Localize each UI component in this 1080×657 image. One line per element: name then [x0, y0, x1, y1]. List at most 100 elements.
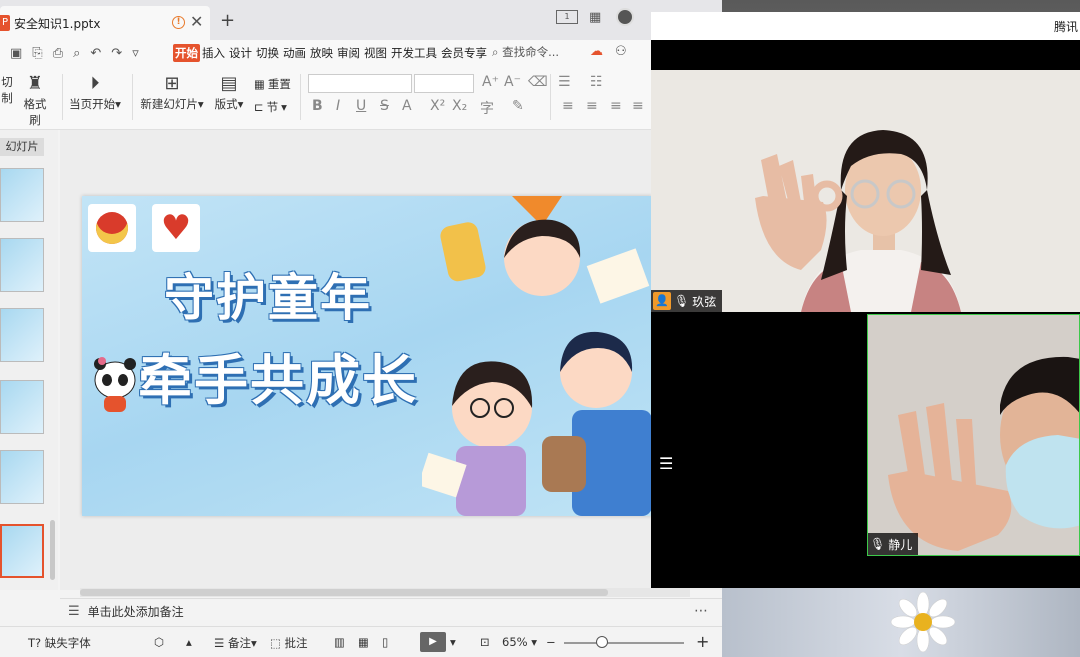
- undo-icon[interactable]: ↶: [90, 46, 101, 61]
- window-layout-icon[interactable]: 1: [556, 10, 578, 24]
- tab-bar: P 安全知识1.pptx ! ✕ + 1 ▦: [0, 0, 722, 40]
- slide-thumbnail[interactable]: [0, 380, 44, 434]
- notes-toggle-button[interactable]: ☰ 备注▾: [214, 635, 257, 651]
- font-family-select[interactable]: [308, 74, 412, 93]
- export-icon[interactable]: ⎘: [32, 46, 42, 61]
- missing-font-button[interactable]: T? 缺失字体: [28, 635, 91, 651]
- menu-animation[interactable]: 动画: [281, 44, 308, 62]
- notes-pane[interactable]: ☰ 单击此处添加备注 ⋯: [60, 598, 722, 624]
- save-icon[interactable]: ▣: [10, 46, 22, 61]
- phonetic-icon[interactable]: 字: [480, 98, 494, 118]
- scrollbar-thumb[interactable]: [80, 589, 608, 596]
- zoom-out-button[interactable]: −: [546, 635, 556, 649]
- layout-button[interactable]: ▤ 版式▾: [212, 72, 246, 112]
- slide-thumbnail-selected[interactable]: [0, 524, 44, 578]
- cut-button[interactable]: 切 制: [0, 74, 14, 106]
- thumbnail-scrollbar[interactable]: [50, 520, 55, 580]
- menu-review[interactable]: 审阅: [335, 44, 362, 62]
- play-dropdown-arrow[interactable]: ▾: [450, 635, 456, 649]
- print-icon[interactable]: ⎙: [53, 46, 63, 61]
- justify-icon[interactable]: ≡: [632, 98, 644, 114]
- normal-view-icon[interactable]: ▥: [334, 635, 345, 649]
- separator: [132, 74, 133, 120]
- align-center-icon[interactable]: ≡: [586, 98, 598, 114]
- bullet-list-icon[interactable]: ☰: [558, 74, 571, 90]
- menu-design[interactable]: 设计: [227, 44, 254, 62]
- zoom-slider-handle[interactable]: [596, 636, 608, 648]
- strikethrough-icon[interactable]: S: [380, 98, 389, 114]
- layout-icon: ▤: [220, 73, 238, 94]
- dropdown-arrow: ▾: [281, 100, 287, 114]
- slideshow-play-icon[interactable]: ▶: [420, 632, 446, 652]
- status-bar: T? 缺失字体 ⬡ ▴ ☰ 备注▾ ⬚ 批注 ▥ ▦ ▯ ▶ ▾ ⊡ 65% ▾…: [0, 626, 722, 657]
- slide-thumbnail[interactable]: [0, 238, 44, 292]
- zoom-in-button[interactable]: +: [696, 632, 709, 651]
- menu-slideshow[interactable]: 放映: [308, 44, 335, 62]
- menu-insert[interactable]: 插入: [200, 44, 227, 62]
- new-tab-button[interactable]: +: [220, 10, 235, 31]
- align-right-icon[interactable]: ≡: [610, 98, 622, 114]
- reset-button[interactable]: ▦ 重置: [254, 76, 291, 92]
- slide-thumbnail[interactable]: [0, 450, 44, 504]
- participant2-video: [868, 315, 1079, 555]
- superscript-icon[interactable]: X²: [430, 98, 445, 114]
- redo-icon[interactable]: ↷: [111, 46, 122, 61]
- increase-font-icon[interactable]: A⁺: [482, 74, 499, 90]
- accessibility-icon[interactable]: ⬡: [154, 635, 164, 649]
- menu-view[interactable]: 视图: [362, 44, 389, 62]
- current-slide[interactable]: ♥ 守护童年 牵手共成长: [82, 196, 652, 516]
- highlight-icon[interactable]: ✎: [512, 98, 524, 114]
- italic-icon[interactable]: I: [336, 98, 340, 114]
- numbered-list-icon[interactable]: ☷: [590, 74, 603, 90]
- slide-sorter-icon[interactable]: ▦: [358, 635, 369, 649]
- command-search[interactable]: ⌕ 查找命令...: [492, 44, 559, 60]
- apps-grid-icon[interactable]: ▦: [589, 10, 601, 25]
- comments-label: 批注: [284, 636, 308, 650]
- fit-window-icon[interactable]: ⊡: [480, 635, 490, 649]
- collaborate-icon[interactable]: ⚇: [615, 44, 627, 59]
- warning-icon[interactable]: !: [172, 16, 185, 29]
- section-button[interactable]: ⊏ 节 ▾: [254, 99, 287, 115]
- comments-button[interactable]: ⬚ 批注: [270, 635, 308, 651]
- play-current-button[interactable]: ⏵ 当页开始▾: [68, 72, 122, 112]
- slides-tab[interactable]: 幻灯片: [0, 138, 44, 156]
- font-size-select[interactable]: [414, 74, 474, 93]
- slide-thumbnail[interactable]: [0, 308, 44, 362]
- align-left-icon[interactable]: ≡: [562, 98, 574, 114]
- collapse-arrow-icon[interactable]: ▴: [186, 635, 192, 649]
- main-menu: 开始 插入 设计 切换 动画 放映 审阅 视图 开发工具 会员专享: [173, 44, 489, 62]
- print-preview-icon[interactable]: ⌕: [73, 46, 80, 61]
- menu-home[interactable]: 开始: [173, 44, 200, 62]
- format-painter-button[interactable]: ♜ 格式刷: [18, 72, 52, 128]
- new-slide-button[interactable]: ⊞ 新建幻灯片▾: [139, 72, 205, 112]
- volunteer-heart-logo: ♥: [152, 204, 200, 252]
- video-tile-participant1[interactable]: 👤 🎙 玖弦: [651, 70, 1080, 312]
- menu-developer[interactable]: 开发工具: [389, 44, 439, 62]
- zoom-level[interactable]: 65% ▾: [502, 635, 537, 649]
- zoom-slider[interactable]: [564, 642, 684, 644]
- new-slide-icon: ⊞: [164, 73, 180, 94]
- section-label: 节: [266, 100, 279, 114]
- close-tab-icon[interactable]: ✕: [190, 12, 203, 31]
- cloud-sync-icon[interactable]: ☁: [590, 44, 603, 59]
- slide-title-line2: 牵手共成长: [138, 349, 418, 412]
- more-options-icon[interactable]: ⋯: [694, 603, 708, 619]
- clear-format-icon[interactable]: ⌫: [528, 74, 548, 90]
- document-tab[interactable]: P 安全知识1.pptx ! ✕: [0, 6, 210, 40]
- menu-transition[interactable]: 切换: [254, 44, 281, 62]
- video-tile-participant2[interactable]: 🎙 静儿: [867, 314, 1080, 556]
- underline-icon[interactable]: U: [356, 98, 366, 114]
- reading-view-icon[interactable]: ▯: [382, 635, 388, 649]
- participant1-name: 玖弦: [692, 294, 717, 309]
- menu-member[interactable]: 会员专享: [439, 44, 489, 62]
- customize-toolbar-icon[interactable]: ▿: [132, 46, 139, 61]
- participant1-video: [651, 70, 1080, 312]
- bold-icon[interactable]: B: [312, 98, 323, 114]
- slide-thumbnail[interactable]: [0, 168, 44, 222]
- slide-horizontal-scrollbar[interactable]: [80, 588, 690, 597]
- user-avatar[interactable]: [616, 8, 634, 26]
- decrease-font-icon[interactable]: A⁻: [504, 74, 521, 90]
- participant-list-icon[interactable]: ☰: [659, 454, 673, 473]
- font-color-icon[interactable]: A: [402, 98, 412, 114]
- subscript-icon[interactable]: X₂: [452, 98, 467, 114]
